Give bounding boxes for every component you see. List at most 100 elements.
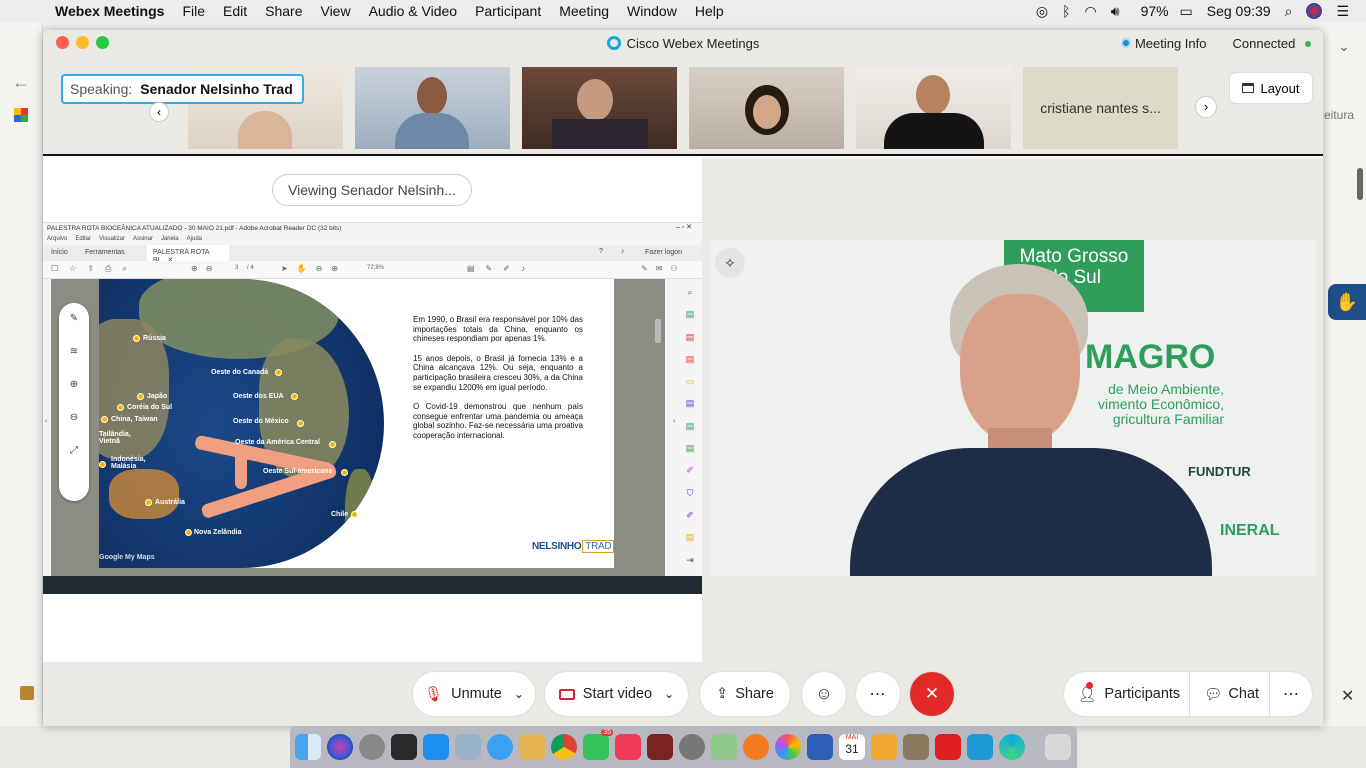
more-tools-icon[interactable]: ▤ — [679, 526, 701, 548]
chevron-down-icon[interactable]: ⌄ — [664, 687, 674, 701]
menu-share[interactable]: Share — [256, 3, 311, 19]
pdf-page-current[interactable]: 3 — [235, 265, 238, 271]
fill-sign-icon[interactable]: ✐ — [679, 459, 701, 481]
participants-button[interactable]: 👤︎ Participants — [1064, 672, 1190, 716]
draw-icon[interactable]: ✎ — [59, 313, 89, 324]
leave-meeting-button[interactable]: ✕ — [910, 672, 954, 716]
menu-file[interactable]: File — [173, 3, 214, 19]
menu-help[interactable]: Help — [686, 3, 733, 19]
participant-video-thumbnail[interactable] — [856, 67, 1011, 149]
zoom-in-icon[interactable]: ⊕ — [59, 379, 89, 390]
app-icon[interactable] — [391, 734, 417, 760]
menu-audio-video[interactable]: Audio & Video — [360, 3, 466, 19]
pdf-nav-icons[interactable]: ⊕⊖ — [191, 264, 220, 273]
notes-icon[interactable] — [519, 734, 545, 760]
back-arrow-icon[interactable]: ← — [12, 72, 30, 93]
comment-tool-icon[interactable]: ▭ — [679, 370, 701, 392]
reactions-button[interactable]: ☺ — [802, 672, 846, 716]
viewing-indicator[interactable]: Viewing Senador Nelsinh... — [272, 174, 472, 206]
pdf-menu-item[interactable]: Ajuda — [187, 236, 202, 242]
active-speaker-video[interactable]: ✧ Mato Grosso do Sul MAGRO de Meio Ambie… — [710, 240, 1316, 576]
siri-icon[interactable] — [1306, 3, 1323, 19]
app-store-icon[interactable] — [423, 734, 449, 760]
close-window-button[interactable] — [56, 36, 69, 49]
chevron-down-icon[interactable]: ⌄ — [1338, 38, 1350, 55]
launchpad-icon[interactable] — [359, 734, 385, 760]
zoom-out-icon[interactable]: ⊖ — [59, 412, 89, 423]
pdf-toolbar-icons[interactable]: ☐☆⇪⎙⌕ — [51, 264, 138, 274]
participant-name-tile[interactable]: cristiane nantes s... — [1023, 67, 1178, 149]
scrollbar-thumb[interactable] — [1357, 168, 1363, 200]
pdf-help-icon[interactable]: ? — [599, 248, 603, 255]
firefox-icon[interactable] — [743, 734, 769, 760]
apps-grid-icon[interactable] — [14, 108, 28, 122]
pin-icon[interactable]: ✧ — [715, 248, 745, 278]
live-icon[interactable] — [871, 734, 897, 760]
pdf-scrollbar[interactable] — [655, 319, 661, 343]
pdf-right-tools[interactable]: ▤✎✐♪ — [467, 264, 536, 273]
pdf-login[interactable]: Fazer logon — [645, 249, 682, 256]
music-icon[interactable] — [615, 734, 641, 760]
trash-icon[interactable] — [1045, 734, 1071, 760]
menu-view[interactable]: View — [311, 3, 359, 19]
bluetooth-icon[interactable]: ᛒ — [1055, 3, 1077, 19]
participant-video-thumbnail[interactable] — [689, 67, 844, 149]
protect-icon[interactable]: ⛉ — [679, 482, 701, 504]
close-icon[interactable]: ✕ — [1341, 686, 1354, 706]
edit-tool-icon[interactable]: ▤ — [679, 348, 701, 370]
pane-collapse-handle[interactable]: ‹ — [673, 418, 675, 425]
strip-next-button[interactable]: › — [1195, 96, 1217, 118]
create-tool-icon[interactable]: ▤ — [679, 326, 701, 348]
maps-icon[interactable] — [711, 734, 737, 760]
pane-collapse-handle[interactable]: ‹ — [45, 418, 47, 425]
combine-tool-icon[interactable]: ▤ — [679, 392, 701, 414]
preview-icon[interactable] — [455, 734, 481, 760]
menu-meeting[interactable]: Meeting — [550, 3, 618, 19]
finder-icon[interactable] — [295, 734, 321, 760]
battery-status[interactable]: 97% ▭ — [1127, 3, 1200, 20]
webex-meetings-icon[interactable] — [999, 734, 1025, 760]
accessibility-icon[interactable]: ✋ — [1328, 284, 1366, 320]
participant-video-thumbnail[interactable] — [522, 67, 677, 149]
fit-icon[interactable]: ≋ — [59, 346, 89, 357]
sync-icon[interactable]: ◎ — [1029, 3, 1055, 20]
safari-icon[interactable] — [487, 734, 513, 760]
chevron-down-icon[interactable]: ⌄ — [514, 687, 524, 701]
webex-app-icon[interactable] — [967, 734, 993, 760]
wifi-icon[interactable]: ◠ — [1078, 3, 1104, 20]
sign-icon[interactable]: ✐ — [679, 504, 701, 526]
facetime-icon[interactable]: 35 — [583, 729, 613, 760]
expand-icon[interactable]: ⤢ — [59, 445, 89, 456]
word-icon[interactable] — [807, 734, 833, 760]
chat-button[interactable]: 💬︎ Chat — [1190, 672, 1270, 716]
unmute-button[interactable]: 🎙︎ Unmute ⌄ — [413, 672, 535, 716]
menu-participant[interactable]: Participant — [466, 3, 550, 19]
acrobat-icon[interactable] — [935, 734, 961, 760]
more-options-button[interactable]: ⋯ — [856, 672, 900, 716]
layout-button[interactable]: Layout — [1230, 73, 1312, 103]
zoom-window-button[interactable] — [96, 36, 109, 49]
pdf-menu-item[interactable]: Assinar — [133, 236, 153, 242]
volume-icon[interactable]: 🔊︎ — [1104, 3, 1127, 20]
menu-window[interactable]: Window — [618, 3, 686, 19]
pdf-share-tools[interactable]: ✎✉⚇ — [641, 264, 686, 273]
compress-tool-icon[interactable]: ▤ — [679, 437, 701, 459]
start-video-button[interactable]: Start video ⌄ — [545, 672, 688, 716]
pdf-tab-document[interactable]: PALESTRA ROTA BI... ✕ — [147, 245, 229, 264]
clock[interactable]: Seg 09:39 — [1200, 3, 1278, 19]
chrome-icon[interactable] — [551, 734, 577, 760]
pdf-tab-tools[interactable]: Ferramentas — [85, 249, 125, 256]
pdf-zoom[interactable]: 72,8% — [367, 265, 384, 271]
menu-edit[interactable]: Edit — [214, 3, 256, 19]
package-icon[interactable] — [20, 686, 34, 700]
menu-app-name[interactable]: Webex Meetings — [39, 3, 173, 19]
spotlight-search-icon[interactable]: ⌕ — [1278, 3, 1300, 20]
minimize-window-button[interactable] — [76, 36, 89, 49]
photo-booth-icon[interactable] — [647, 734, 673, 760]
collapse-icon[interactable]: ⇥ — [679, 549, 701, 571]
pdf-tab-home[interactable]: Início — [51, 249, 68, 256]
system-preferences-icon[interactable] — [679, 734, 705, 760]
organize-tool-icon[interactable]: ▤ — [679, 415, 701, 437]
strip-prev-button[interactable]: ‹ — [149, 102, 169, 122]
siri-icon[interactable] — [327, 734, 353, 760]
